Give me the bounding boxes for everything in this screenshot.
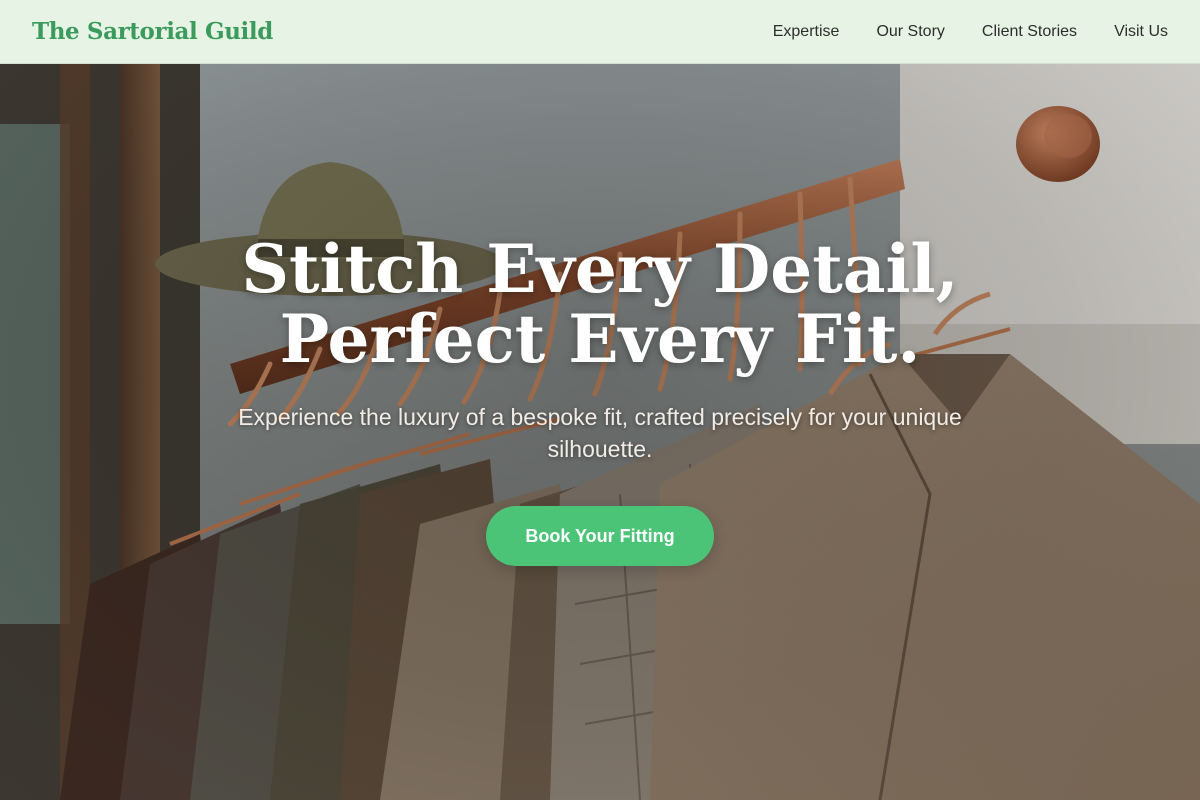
hero-title-line-2: Perfect Every Fit. [279, 300, 921, 378]
brand-logo[interactable]: The Sartorial Guild [32, 18, 273, 45]
site-header: The Sartorial Guild Expertise Our Story … [0, 0, 1200, 64]
book-fitting-button[interactable]: Book Your Fitting [486, 506, 714, 566]
nav-link-expertise[interactable]: Expertise [773, 23, 840, 41]
main-nav: Expertise Our Story Client Stories Visit… [736, 23, 1168, 41]
nav-link-client-stories[interactable]: Client Stories [982, 23, 1077, 41]
hero-title-line-1: Stitch Every Detail, [241, 230, 959, 308]
nav-link-our-story[interactable]: Our Story [876, 23, 944, 41]
nav-link-visit-us[interactable]: Visit Us [1114, 23, 1168, 41]
hero-title: Stitch Every Detail, Perfect Every Fit. [100, 234, 1100, 374]
hero-subtitle: Experience the luxury of a bespoke fit, … [238, 404, 962, 462]
